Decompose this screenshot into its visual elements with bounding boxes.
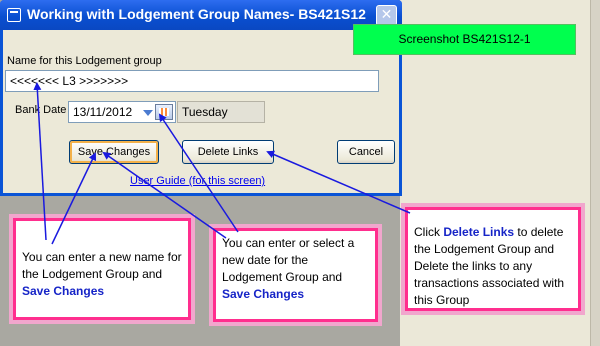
callout-name: You can enter a new name for the Lodgeme…	[13, 218, 191, 320]
calendar-icon[interactable]	[155, 104, 173, 120]
callout-name-keyword: Save Changes	[22, 284, 105, 298]
close-icon[interactable]: ✕	[376, 5, 397, 26]
callout-delete-pre: Click	[414, 225, 444, 239]
lodgement-group-dialog: Working with Lodgement Group Names- BS42…	[0, 0, 402, 196]
callout-date: You can enter or select a new date for t…	[213, 228, 378, 322]
window-title: Working with Lodgement Group Names- BS42…	[27, 6, 366, 22]
user-guide-link[interactable]: User Guide (for this screen)	[130, 175, 265, 187]
screenshot-id-tag: Screenshot BS421S12-1	[353, 24, 576, 55]
dropdown-arrow-icon[interactable]	[143, 110, 153, 116]
callout-date-text: You can enter or select a new date for t…	[222, 236, 355, 284]
callout-delete: Click Delete Links to delete the Lodgeme…	[405, 207, 581, 311]
app-icon	[7, 8, 21, 22]
window-edge	[590, 0, 600, 346]
name-label: Name for this Lodgement group	[7, 55, 162, 67]
delete-links-button[interactable]: Delete Links	[182, 140, 274, 164]
save-changes-button[interactable]: Save Changes	[69, 140, 159, 164]
callout-date-keyword: Save Changes	[222, 287, 305, 301]
group-name-input[interactable]: <<<<<<< L3 >>>>>>>	[5, 70, 379, 92]
bank-date-label: Bank Date	[15, 104, 67, 116]
callout-delete-keyword: Delete Links	[443, 225, 515, 239]
weekday-display: Tuesday	[177, 101, 265, 123]
cancel-button[interactable]: Cancel	[337, 140, 395, 164]
callout-name-text: You can enter a new name for the Lodgeme…	[22, 250, 182, 281]
title-bar: Working with Lodgement Group Names- BS42…	[0, 0, 402, 30]
